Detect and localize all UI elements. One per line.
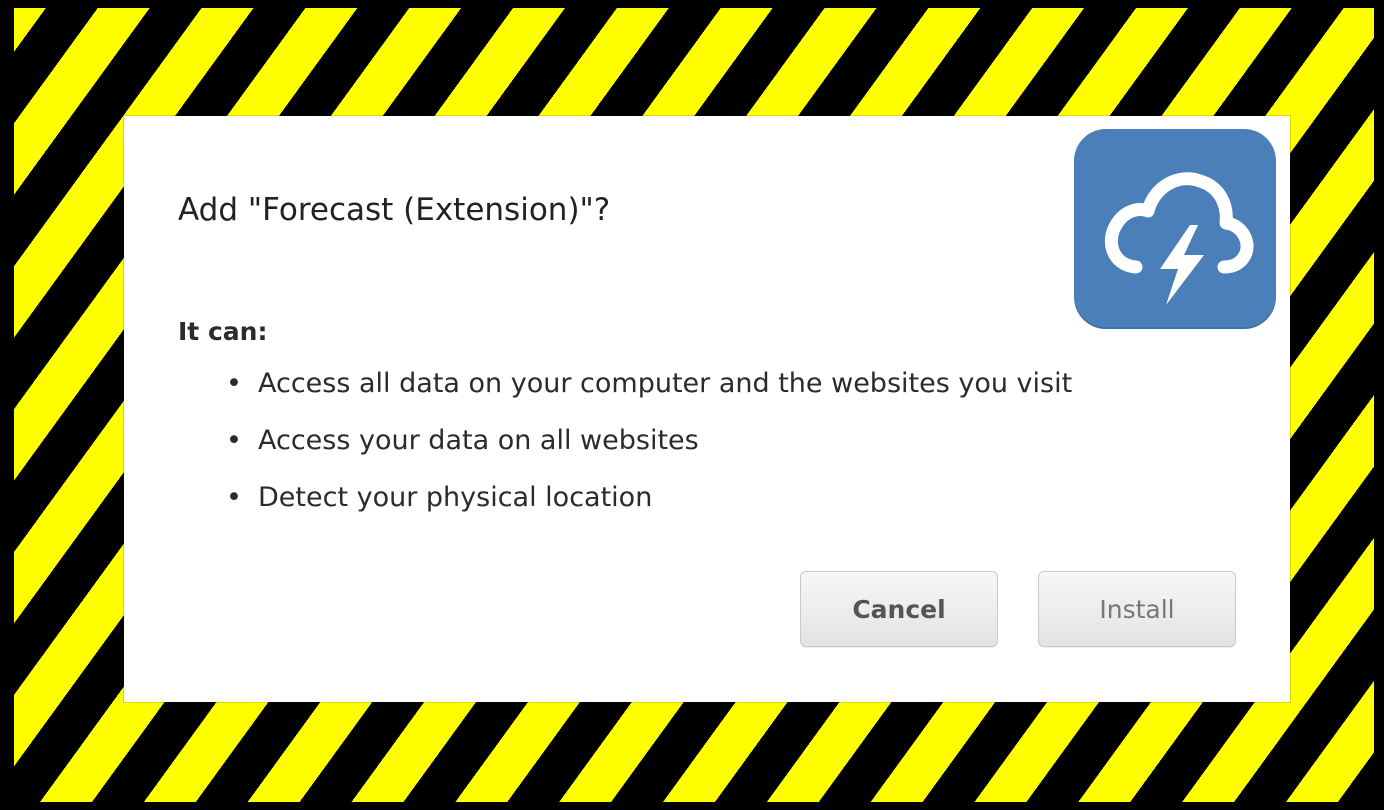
list-item: • Detect your physical location xyxy=(220,476,1200,520)
list-item: • Access your data on all websites xyxy=(220,419,1200,463)
permissions-heading: It can: xyxy=(178,317,268,346)
dialog-title: Add "Forecast (Extension)"? xyxy=(178,192,611,228)
permissions-list: • Access all data on your computer and t… xyxy=(220,362,1200,520)
install-button[interactable]: Install xyxy=(1038,571,1236,647)
bullet-icon: • xyxy=(226,482,242,513)
list-item: • Access all data on your computer and t… xyxy=(220,362,1200,406)
cancel-button[interactable]: Cancel xyxy=(800,571,998,647)
permission-text: Access your data on all websites xyxy=(258,425,699,456)
permission-text: Detect your physical location xyxy=(258,482,653,513)
bullet-icon: • xyxy=(226,368,242,399)
extension-install-dialog: Add "Forecast (Extension)"? It can: • Ac… xyxy=(124,116,1290,702)
forecast-cloud-lightning-icon xyxy=(1074,129,1276,329)
permission-text: Access all data on your computer and the… xyxy=(258,368,1073,399)
bullet-icon: • xyxy=(226,425,242,456)
